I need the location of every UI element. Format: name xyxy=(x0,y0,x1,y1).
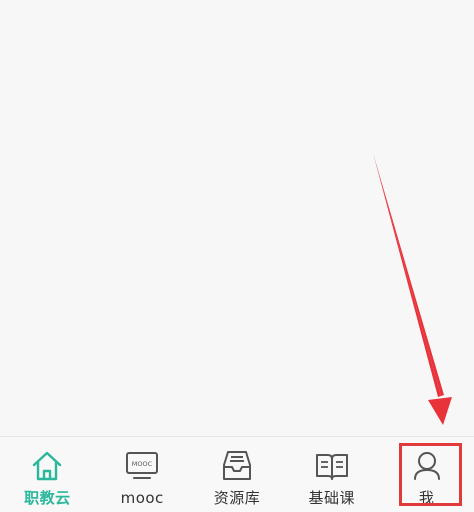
tab-home-label: 职教云 xyxy=(24,489,71,507)
tab-me[interactable]: 我 xyxy=(379,437,474,512)
tab-home[interactable]: 职教云 xyxy=(0,437,95,512)
tab-courses-label: 基础课 xyxy=(308,489,356,507)
app-screen: 职教云 MOOC mooc 资源库 基础课 我 xyxy=(0,0,474,512)
tab-mooc[interactable]: MOOC mooc xyxy=(95,437,190,512)
tab-me-label: 我 xyxy=(418,489,435,507)
book-icon xyxy=(315,454,348,480)
mooc-icon-text: MOOC xyxy=(132,460,153,468)
user-icon xyxy=(413,452,440,480)
inbox-icon xyxy=(222,451,251,480)
home-icon xyxy=(33,451,62,481)
tab-resources[interactable]: 资源库 xyxy=(190,437,285,512)
tab-courses[interactable]: 基础课 xyxy=(284,437,379,512)
bottom-tab-bar: 职教云 MOOC mooc 资源库 基础课 我 xyxy=(0,436,474,512)
tab-mooc-label: mooc xyxy=(120,489,164,507)
main-content-area xyxy=(0,0,474,436)
tab-resources-label: 资源库 xyxy=(213,489,261,507)
mooc-monitor-icon: MOOC xyxy=(126,452,159,479)
